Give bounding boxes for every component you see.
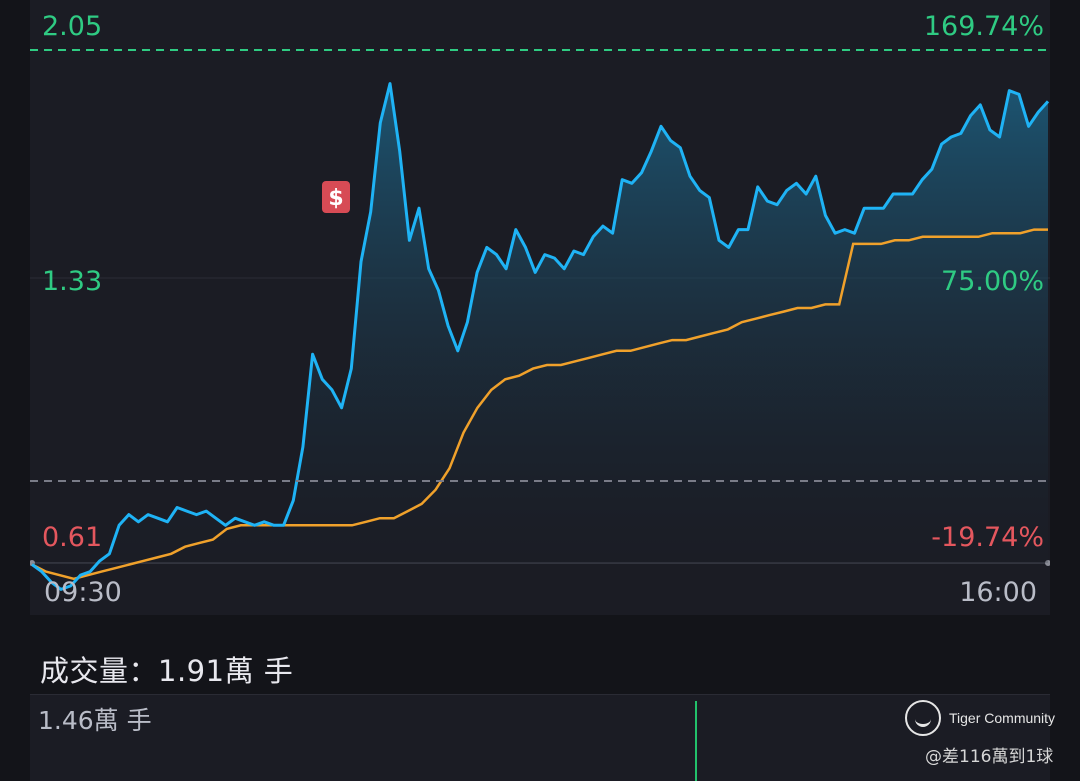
dividend-marker[interactable]: $ <box>322 181 350 213</box>
volume-title: 成交量：1.91萬 手 <box>40 654 294 688</box>
chart-canvas: $ 2.05 1.33 0.61 169.74% 75.00% -19.74% … <box>30 11 1050 608</box>
svg-text:$: $ <box>328 186 343 211</box>
user-watermark: @差116萬到1球 <box>925 747 1054 767</box>
y-right-tick-low: -19.74% <box>931 522 1044 553</box>
x-tick-open: 09:30 <box>44 577 122 608</box>
brand-name: Tiger Community <box>949 710 1056 726</box>
volume-chart: 1.46萬 手 <box>30 694 1050 781</box>
y-left-tick-mid: 1.33 <box>42 266 102 297</box>
volume-bar <box>695 701 697 781</box>
y-left-tick-high: 2.05 <box>42 11 102 42</box>
y-right-tick-mid: 75.00% <box>941 266 1044 297</box>
brand-badge: Tiger Community <box>905 700 1075 740</box>
y-left-tick-low: 0.61 <box>42 522 102 553</box>
y-right-tick-high: 169.74% <box>924 11 1044 42</box>
price-area-fill <box>32 83 1048 590</box>
intraday-chart: $ 2.05 1.33 0.61 169.74% 75.00% -19.74% … <box>30 0 1050 615</box>
x-tick-close: 16:00 <box>959 577 1037 608</box>
volume-max-label: 1.46萬 手 <box>38 706 152 735</box>
tiger-logo-icon <box>905 700 941 736</box>
